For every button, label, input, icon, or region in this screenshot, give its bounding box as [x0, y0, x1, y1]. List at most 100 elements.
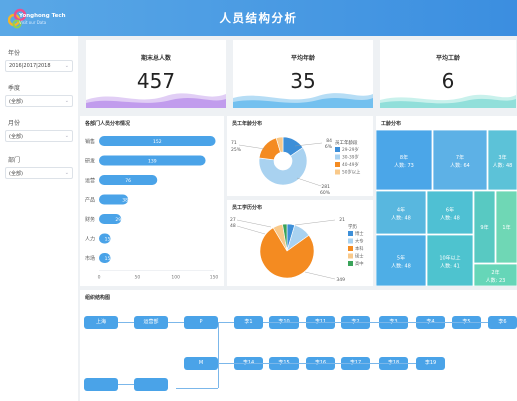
age-legend-label: 29-29岁: [342, 146, 359, 153]
org-node[interactable]: [134, 378, 168, 391]
edu-pie-chart: 2748 21 349 学历博士大专本科硕士高中: [230, 217, 364, 283]
dept-category-label: 财务: [85, 216, 95, 223]
edu-legend-swatch: [348, 261, 353, 266]
age-legend-label: 30-39岁: [342, 154, 359, 161]
org-chart-panel: 组织结构图 上海运营部P李1李10李11李2李3李4李5李6M李14李15李16…: [80, 290, 517, 401]
tenure-cell-label: 10年以上: [439, 255, 460, 262]
edu-leader-line: [304, 271, 336, 280]
tenure-treemap: 8年人数: 737年人数: 643年人数: 484年人数: 486年人数: 48…: [376, 129, 517, 286]
org-node[interactable]: 李6: [488, 316, 517, 329]
tenure-cell-value: 人数: 48: [391, 215, 411, 222]
dept-value-label: 152: [153, 139, 162, 145]
edu-legend-label: 硕士: [355, 253, 364, 260]
age-legend-swatch: [335, 162, 340, 167]
dept-x-tick: 50: [134, 275, 140, 281]
tenure-cell-value: 人数: 41: [440, 263, 460, 270]
age-leader-line: [238, 144, 266, 150]
kpi-title: 期末总人数: [140, 55, 171, 62]
filter-month-select[interactable]: (全部) ⌄: [5, 130, 73, 142]
edu-legend-label: 博士: [355, 230, 364, 237]
filter-dept-label: 部门: [8, 157, 21, 164]
tenure-cell-value: 人数: 48: [391, 263, 411, 270]
org-node[interactable]: 李19: [416, 357, 445, 370]
tenure-cell-value: 人数: 73: [394, 162, 414, 169]
age-leader-line: [296, 177, 322, 187]
dept-value-label: 38: [122, 198, 128, 204]
wave-decoration: [380, 94, 516, 108]
org-node[interactable]: 上海: [84, 316, 118, 329]
org-node[interactable]: 李1: [234, 316, 263, 329]
org-node[interactable]: M: [184, 357, 218, 370]
age-legend-swatch: [335, 154, 340, 160]
kpi-title: 平均工龄: [435, 55, 460, 62]
tenure-cell-value: 人数: 23: [486, 277, 506, 284]
age-chart-panel: 员工年龄分布 71 25% 84 6% 281 60% 员工年龄段 29-29岁 30-39岁 4…: [227, 116, 373, 196]
filter-quarter-label: 季度: [8, 85, 21, 92]
age-data-label: 281: [321, 184, 330, 190]
filter-month-label: 月份: [8, 120, 21, 127]
edu-data-label: 349: [336, 277, 345, 283]
dept-category-label: 研发: [85, 158, 95, 165]
tenure-cell-value: 人数: 64: [450, 162, 470, 169]
org-connector: [218, 322, 219, 388]
chevron-down-icon: ⌄: [64, 170, 69, 176]
dept-chart-panel: 各部门人员分布情况 销售 152 研发 139 运营 76 产品 38 财务 29 人力 15 市场 15…: [80, 116, 224, 286]
edu-data-label: 27: [230, 217, 236, 223]
edu-legend-label: 本科: [355, 245, 364, 252]
edu-legend-swatch: [348, 238, 353, 244]
edu-chart-panel: 员工学历分布 27 48 21 349 学历 博士 大专 本科 硕士 高中: [227, 200, 373, 286]
dept-bar-chart: 销售 152研发 139运营 76产品 38财务 29人力 15市场 150 50 100 150: [85, 136, 219, 281]
filter-year-value: 2016|2017|2018: [9, 63, 51, 69]
edu-legend-swatch: [348, 231, 353, 236]
tenure-chart-panel: 工龄分布 8年 人数: 73 7年 人数: 64 3年 人数: 48 4年 人数: 48 6年人…: [376, 116, 517, 286]
edu-legend-label: 高中: [355, 260, 364, 267]
dept-x-tick: 150: [210, 275, 219, 281]
tenure-cell-label: 5年: [397, 255, 405, 262]
filter-dept-select[interactable]: (全部) ⌄: [5, 167, 73, 179]
org-connector: [118, 322, 134, 323]
tenure-cell-label: 2年: [491, 269, 499, 276]
dept-category-label: 人力: [85, 236, 95, 243]
org-node[interactable]: P: [184, 316, 218, 329]
tenure-cell-label: 7年: [456, 154, 464, 161]
org-connector: [263, 322, 488, 323]
filter-month-value: (全部): [9, 134, 23, 140]
org-connector: [176, 388, 218, 389]
edu-data-label: 21: [339, 217, 345, 223]
age-data-label: 6%: [325, 144, 333, 150]
dept-category-label: 运营: [85, 177, 95, 184]
filter-dept-value: (全部): [9, 171, 23, 177]
dept-category-label: 销售: [85, 138, 95, 145]
filter-sidebar: 年份 2016|2017|2018 ⌄ 季度 (全部) ⌄ 月份 (全部) ⌄ …: [0, 36, 78, 401]
kpi-title: 平均年龄: [290, 55, 315, 62]
wave-decoration: [86, 93, 226, 108]
age-data-label: 71: [231, 140, 237, 146]
age-data-label: 84: [326, 138, 332, 144]
age-legend-swatch: [335, 169, 340, 175]
edu-data-label: 48: [230, 223, 236, 229]
wave-decoration: [233, 93, 373, 108]
age-legend-swatch: [335, 147, 340, 152]
org-chart-title: 组织结构图: [85, 295, 111, 301]
age-donut-chart: 7125% 846% 28160% 员工年龄段29-29岁30-39岁40-49岁50…: [231, 136, 361, 196]
age-data-label: 60%: [320, 190, 331, 196]
chevron-down-icon: ⌄: [64, 98, 69, 104]
tenure-cell-label: 6年: [446, 207, 454, 214]
dept-x-tick: 0: [98, 275, 101, 281]
edu-leader-line: [294, 219, 336, 226]
tenure-cell-value: 人数: 48: [493, 162, 513, 169]
dept-category-label: 产品: [85, 197, 95, 204]
age-data-label: 25%: [231, 147, 242, 153]
dept-category-label: 市场: [85, 255, 95, 262]
kpi-card-average-age: 平均年龄 35: [233, 40, 373, 108]
age-legend-label: 40-49岁: [342, 161, 359, 168]
tenure-cell-label: 1年: [502, 224, 510, 231]
tenure-cell-label: 8年: [400, 154, 408, 161]
filter-year-select[interactable]: 2016|2017|2018 ⌄: [5, 60, 73, 72]
chevron-down-icon: ⌄: [64, 63, 69, 69]
dept-value-label: 15: [105, 256, 111, 262]
org-node[interactable]: 运营部: [134, 316, 168, 329]
filter-quarter-select[interactable]: (全部) ⌄: [5, 95, 73, 107]
kpi-card-total-headcount: 期末总人数 457: [86, 40, 226, 108]
org-node[interactable]: [84, 378, 118, 391]
